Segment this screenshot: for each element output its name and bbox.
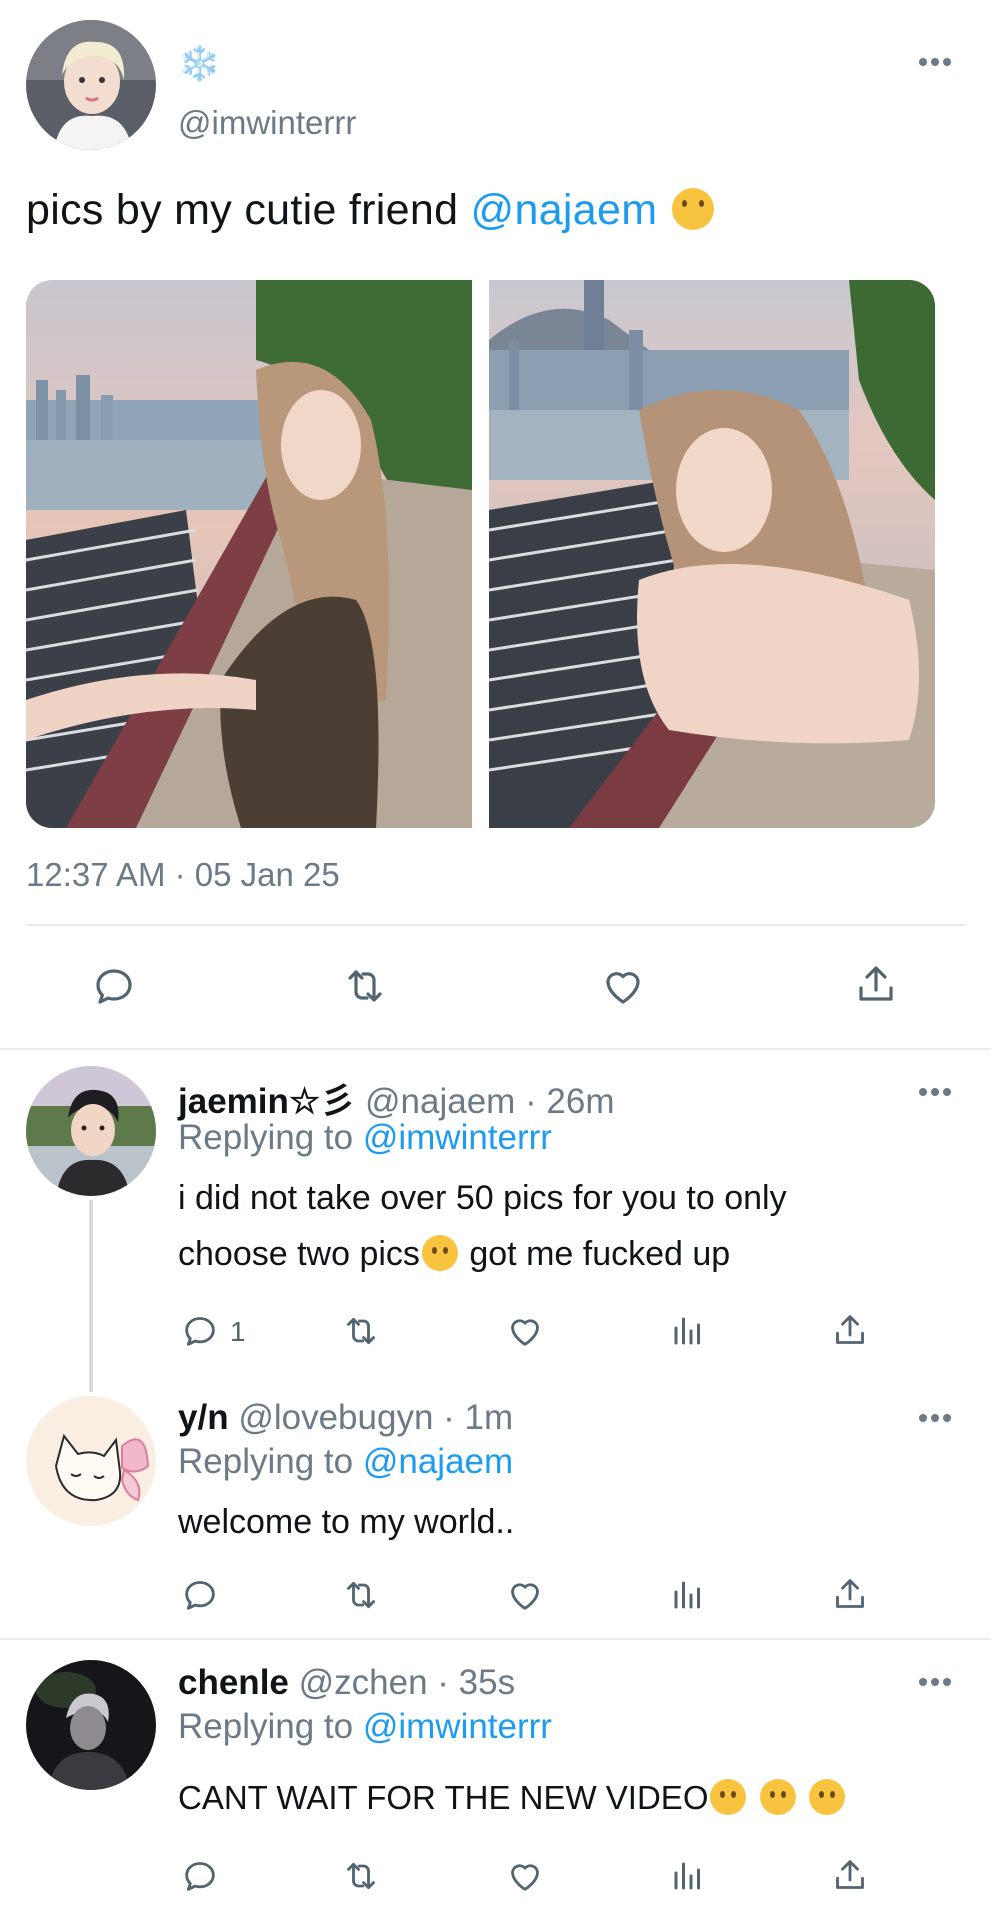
more-options-icon[interactable]: [917, 52, 953, 72]
reply-header: y/n @lovebugyn · 1m: [178, 1398, 513, 1438]
reply-icon[interactable]: [90, 962, 138, 1010]
mention-link[interactable]: @najaem: [471, 186, 658, 234]
reply-meta[interactable]: @najaem · 26m: [365, 1082, 615, 1121]
reply-icon[interactable]: [180, 1856, 220, 1896]
main-author-handle[interactable]: @imwinterrr: [178, 104, 356, 142]
retweet-icon[interactable]: [340, 1311, 382, 1351]
retweet-icon[interactable]: [340, 1856, 382, 1896]
divider: [0, 1048, 991, 1050]
reply-author-avatar[interactable]: [26, 1396, 156, 1526]
reply-meta[interactable]: @zchen · 35s: [299, 1663, 515, 1702]
reply-icon[interactable]: [180, 1311, 220, 1351]
more-options-icon[interactable]: [917, 1672, 953, 1692]
reply-text-line: CANT WAIT FOR THE NEW VIDEO: [178, 1779, 709, 1816]
replying-to-label: Replying to: [178, 1707, 363, 1746]
like-heart-icon[interactable]: [504, 1575, 546, 1615]
shushing-face-emoji: [710, 1779, 747, 1815]
like-heart-icon[interactable]: [504, 1311, 546, 1351]
tweet-timestamp[interactable]: 12:37 AM · 05 Jan 25: [26, 856, 340, 894]
reply-author-avatar[interactable]: [26, 1660, 156, 1790]
pleading-face-emoji: [671, 188, 714, 230]
tweet-photo-2[interactable]: [489, 280, 935, 828]
shushing-face-emoji: [759, 1779, 796, 1815]
reply-text: i did not take over 50 pics for you to o…: [178, 1170, 787, 1282]
reply-text-line: choose two pics got me fucked up: [178, 1226, 787, 1282]
reply-text: CANT WAIT FOR THE NEW VIDEO: [178, 1770, 847, 1826]
divider: [0, 1638, 991, 1640]
like-heart-icon[interactable]: [504, 1856, 546, 1896]
replying-to: Replying to @najaem: [178, 1442, 513, 1482]
replying-to-label: Replying to: [178, 1118, 363, 1157]
share-icon[interactable]: [830, 1310, 870, 1350]
main-tweet-text: pics by my cutie friend @najaem: [26, 186, 716, 235]
reply-author-name[interactable]: jaemin☆彡: [178, 1082, 355, 1121]
tweet-text: pics by my cutie friend: [26, 186, 471, 234]
reply-author-avatar[interactable]: [26, 1066, 156, 1196]
reply-header: jaemin☆彡 @najaem · 26m: [178, 1073, 615, 1124]
retweet-icon[interactable]: [340, 1575, 382, 1615]
tweet-photo-1[interactable]: [26, 280, 472, 828]
replying-to-link[interactable]: @najaem: [363, 1442, 513, 1481]
replying-to-link[interactable]: @imwinterrr: [363, 1118, 552, 1157]
share-icon[interactable]: [830, 1855, 870, 1895]
more-options-icon[interactable]: [917, 1408, 953, 1428]
reply-text-segment: choose two pics: [178, 1235, 420, 1273]
thread-connector-line: [89, 1200, 93, 1392]
like-heart-icon[interactable]: [598, 962, 648, 1010]
reply-author-name[interactable]: y/n: [178, 1398, 229, 1437]
analytics-icon[interactable]: [670, 1856, 706, 1896]
reply-text-line: welcome to my world..: [178, 1503, 515, 1541]
retweet-icon[interactable]: [340, 962, 390, 1010]
reply-text-line: i did not take over 50 pics for you to o…: [178, 1179, 787, 1217]
reply-count: 1: [230, 1316, 246, 1347]
replying-to: Replying to @imwinterrr: [178, 1118, 552, 1158]
replying-to-link[interactable]: @imwinterrr: [363, 1707, 552, 1746]
reply-author-name[interactable]: chenle: [178, 1663, 289, 1702]
share-icon[interactable]: [852, 960, 900, 1008]
analytics-icon[interactable]: [670, 1575, 706, 1615]
more-options-icon[interactable]: [917, 1082, 953, 1102]
shushing-face-emoji: [808, 1779, 845, 1815]
main-author-avatar[interactable]: [26, 20, 156, 150]
snowflake-display-name: ❄️: [178, 45, 221, 83]
divider: [26, 924, 966, 926]
replying-to: Replying to @imwinterrr: [178, 1707, 552, 1747]
reply-icon[interactable]: [180, 1575, 220, 1615]
reply-text-segment: got me fucked up: [459, 1235, 731, 1273]
reply-text: welcome to my world..: [178, 1494, 514, 1550]
neutral-face-emoji: [421, 1235, 458, 1271]
reply-meta[interactable]: @lovebugyn · 1m: [238, 1398, 513, 1437]
replying-to-label: Replying to: [178, 1442, 363, 1481]
reply-header: chenle @zchen · 35s: [178, 1663, 515, 1703]
share-icon[interactable]: [830, 1574, 870, 1614]
analytics-icon[interactable]: [670, 1311, 706, 1351]
